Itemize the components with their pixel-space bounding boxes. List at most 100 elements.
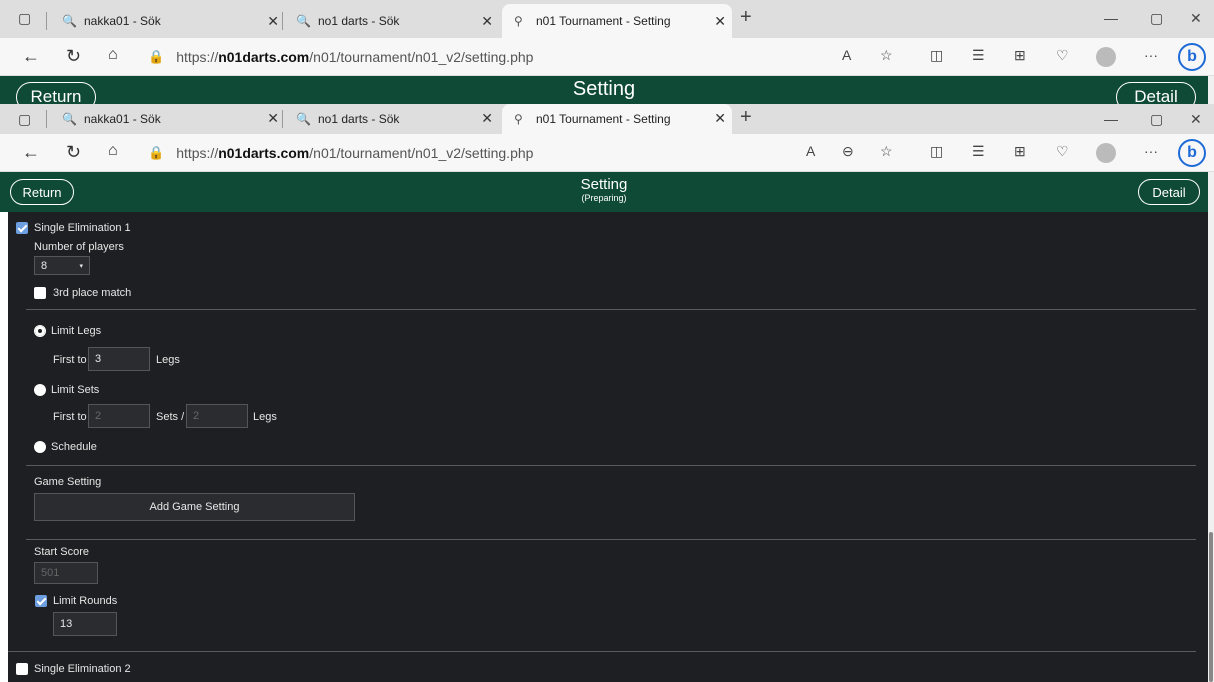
- url-field[interactable]: 🔒 https://n01darts.com/n01/tournament/n0…: [148, 138, 798, 168]
- page-subtitle: (Preparing): [581, 193, 627, 203]
- split-screen-icon[interactable]: ◫: [930, 143, 943, 160]
- extensions-icon[interactable]: ♡: [1056, 47, 1069, 64]
- schedule-label: Schedule: [51, 441, 97, 453]
- tab-actions-icon[interactable]: ▢: [18, 111, 31, 128]
- close-icon[interactable]: ✕: [481, 13, 493, 30]
- limit-sets-radio[interactable]: [34, 384, 46, 396]
- outer-tab-2[interactable]: 🔍 no1 darts - Sök ✕: [284, 4, 499, 38]
- url-field[interactable]: 🔒 https://n01darts.com/n01/tournament/n0…: [148, 42, 978, 72]
- num-players-select[interactable]: 8 ▾: [34, 256, 90, 275]
- back-icon[interactable]: ←: [22, 46, 40, 67]
- collections-icon[interactable]: ⊞: [1014, 143, 1026, 160]
- tab-1[interactable]: 🔍 nakka01 - Sök ✕: [50, 104, 285, 134]
- outer-detail-button[interactable]: Detail: [1116, 82, 1196, 104]
- outer-scrollbar[interactable]: [1208, 76, 1214, 104]
- outer-page-title: Setting: [572, 78, 636, 100]
- new-tab-icon[interactable]: +: [740, 6, 752, 29]
- address-bar: ← ↻ ⌂ 🔒 https://n01darts.com/n01/tournam…: [0, 134, 1214, 172]
- close-icon[interactable]: ✕: [267, 13, 279, 30]
- legs-input[interactable]: 3: [88, 347, 150, 371]
- single-elim-1-label: Single Elimination 1: [34, 222, 131, 234]
- third-place-checkbox[interactable]: [34, 287, 46, 299]
- home-icon[interactable]: ⌂: [108, 46, 118, 64]
- avatar[interactable]: [1096, 143, 1116, 163]
- limit-rounds-input[interactable]: 13: [53, 612, 117, 636]
- tab-2[interactable]: 🔍 no1 darts - Sök ✕: [284, 104, 499, 134]
- favorites-icon[interactable]: ☰: [972, 47, 985, 64]
- favorite-icon[interactable]: ☆: [880, 143, 893, 160]
- refresh-icon[interactable]: ↻: [66, 142, 81, 163]
- limit-legs-radio[interactable]: [34, 325, 46, 337]
- limit-sets-label: Limit Sets: [51, 384, 100, 396]
- first-to-label: First to: [53, 354, 87, 366]
- single-elim-2-checkbox[interactable]: [16, 663, 28, 675]
- outer-tab-1[interactable]: 🔍 nakka01 - Sök ✕: [50, 4, 285, 38]
- minimize-icon[interactable]: —: [1104, 10, 1118, 26]
- favorites-icon[interactable]: ☰: [972, 143, 985, 160]
- extensions-icon[interactable]: ♡: [1056, 143, 1069, 160]
- search-icon: 🔍: [296, 112, 311, 126]
- game-setting-label: Game Setting: [34, 476, 102, 488]
- scrollbar[interactable]: [1208, 172, 1214, 682]
- num-players-label: Number of players: [34, 241, 124, 253]
- start-score-label: Start Score: [34, 546, 90, 558]
- refresh-icon[interactable]: ↻: [66, 46, 81, 67]
- more-icon[interactable]: ···: [1144, 47, 1158, 63]
- tab-bar: ▢ 🔍 nakka01 - Sök ✕ 🔍 no1 darts - Sök ✕ …: [0, 104, 1214, 134]
- search-icon: 🔍: [62, 14, 77, 28]
- outer-tab-3[interactable]: ⚲ n01 Tournament - Setting ✕: [502, 4, 732, 38]
- minimize-icon[interactable]: —: [1104, 111, 1118, 127]
- divider: [26, 539, 1196, 540]
- zoom-icon[interactable]: ⊖: [842, 143, 854, 160]
- chevron-down-icon: ▾: [79, 262, 83, 270]
- restore-icon[interactable]: ▢: [1150, 111, 1163, 128]
- back-icon[interactable]: ←: [22, 142, 40, 163]
- limit-legs-label: Limit Legs: [51, 325, 102, 337]
- page-title: Setting: [580, 176, 628, 193]
- legs-label: Legs: [156, 354, 180, 366]
- single-elim-1-checkbox[interactable]: [16, 222, 28, 234]
- close-icon[interactable]: ✕: [481, 110, 493, 127]
- start-score-input[interactable]: 501: [34, 562, 98, 584]
- close-icon[interactable]: ✕: [714, 110, 726, 127]
- divider: [26, 465, 1196, 466]
- new-tab-icon[interactable]: +: [740, 106, 752, 129]
- divider: [26, 309, 1196, 310]
- outer-address-bar: ← ↻ ⌂ 🔒 https://n01darts.com/n01/tournam…: [0, 38, 1214, 76]
- limit-rounds-checkbox[interactable]: [35, 595, 47, 607]
- bing-icon[interactable]: b: [1178, 139, 1206, 167]
- close-window-icon[interactable]: ✕: [1190, 10, 1202, 27]
- sets-input[interactable]: 2: [88, 404, 150, 428]
- sets-legs-input[interactable]: 2: [186, 404, 248, 428]
- tab-actions-icon[interactable]: ▢: [18, 10, 31, 27]
- home-icon[interactable]: ⌂: [108, 142, 118, 160]
- bing-icon[interactable]: b: [1178, 43, 1206, 71]
- favorite-icon[interactable]: ☆: [880, 47, 893, 64]
- collections-icon[interactable]: ⊞: [1014, 47, 1026, 64]
- avatar[interactable]: [1096, 47, 1116, 67]
- first-to-label-sets: First to: [53, 411, 87, 423]
- lock-icon: 🔒: [148, 49, 165, 64]
- close-icon[interactable]: ✕: [267, 110, 279, 127]
- split-screen-icon[interactable]: ◫: [930, 47, 943, 64]
- page-header: Return Setting (Preparing) Detail: [0, 172, 1208, 212]
- more-icon[interactable]: ···: [1144, 143, 1158, 159]
- close-window-icon[interactable]: ✕: [1190, 111, 1202, 128]
- search-icon: 🔍: [62, 112, 77, 126]
- limit-rounds-label: Limit Rounds: [53, 595, 118, 607]
- sets-legs-label: Legs: [253, 411, 277, 423]
- outer-page-header: Return Setting Detail: [0, 76, 1208, 104]
- outer-tab-bar: ▢ 🔍 nakka01 - Sök ✕ 🔍 no1 darts - Sök ✕ …: [0, 0, 1214, 38]
- scrollbar-thumb[interactable]: [1209, 532, 1213, 682]
- read-aloud-icon[interactable]: A: [806, 143, 815, 159]
- settings-panel: Single Elimination 1 Number of players 8…: [8, 212, 1208, 682]
- tab-3[interactable]: ⚲ n01 Tournament - Setting ✕: [502, 104, 732, 134]
- search-icon: 🔍: [296, 14, 311, 28]
- detail-button[interactable]: Detail: [1138, 179, 1200, 205]
- divider: [8, 651, 1196, 652]
- close-icon[interactable]: ✕: [714, 13, 726, 30]
- schedule-radio[interactable]: [34, 441, 46, 453]
- add-game-setting-button[interactable]: Add Game Setting: [34, 493, 355, 521]
- restore-icon[interactable]: ▢: [1150, 10, 1163, 27]
- read-aloud-icon[interactable]: A: [842, 47, 851, 63]
